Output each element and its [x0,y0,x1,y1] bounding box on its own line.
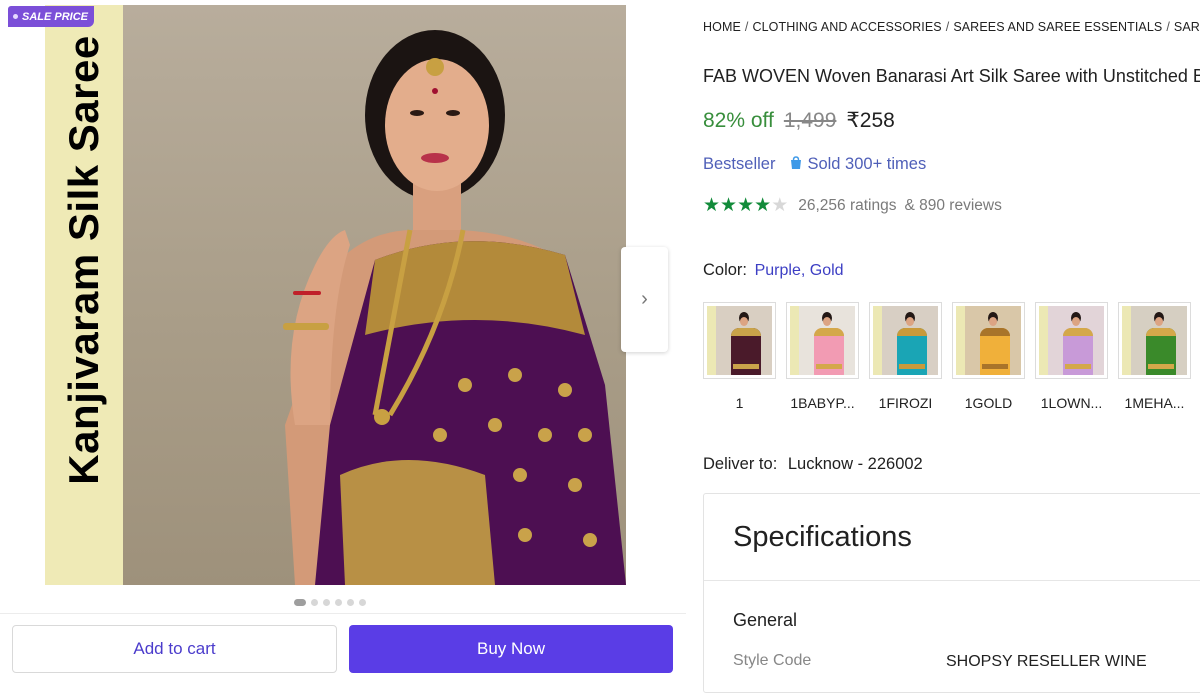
image-pagination-dots [294,599,366,606]
swatch-thumbnail-image [873,306,938,375]
color-swatch[interactable]: 1 [703,302,776,411]
delivery-pincode: Lucknow - 226002 [787,455,923,473]
chevron-right-icon: › [641,288,648,310]
color-swatch-thumbnail [703,302,776,379]
color-swatch[interactable]: 1BABYP... [786,302,859,411]
discount-percent: 82% off [703,109,774,132]
product-gallery: Kanjivaram Silk Saree SALE PRICE › Add t… [0,0,686,684]
breadcrumb-link[interactable]: CLOTHING AND ACCESSORIES [752,20,941,34]
pagination-dot[interactable] [347,599,354,606]
spec-group-title: General [733,610,798,630]
badge-dot-icon [13,14,18,19]
deliver-to-label: Deliver to: [703,455,778,473]
product-tags: Bestseller Sold 300+ times [703,155,926,174]
delivery-location[interactable]: Deliver to: Lucknow - 226002 [703,455,923,474]
star-filled-icon: ★ [703,195,721,216]
color-swatch-label: 1BABYP... [790,395,855,411]
breadcrumb-link[interactable]: HOME [703,20,741,34]
color-swatch[interactable]: 1LOWN... [1035,302,1108,411]
bestseller-tag: Bestseller [703,155,776,173]
color-swatch-label: 1GOLD [964,395,1013,411]
color-swatch-label: 1 [735,395,744,411]
color-swatches: 1 1BABYP... 1FIROZI 1GOLD 1LOWN... 1MEHA... [703,302,1191,411]
color-swatch-thumbnail [1035,302,1108,379]
buy-now-button[interactable]: Buy Now [349,625,673,673]
star-filled-icon: ★ [720,195,738,216]
pagination-dot[interactable] [335,599,342,606]
star-filled-icon: ★ [754,195,772,216]
pagination-dot[interactable] [294,599,306,606]
color-swatch-thumbnail [786,302,859,379]
pagination-dot[interactable] [323,599,330,606]
original-price: 1,499 [783,109,837,132]
color-swatch[interactable]: 1FIROZI [869,302,942,411]
pagination-dot[interactable] [359,599,366,606]
color-swatch-label: 1LOWN... [1040,395,1103,411]
next-image-button[interactable]: › [621,247,668,352]
rating-row[interactable]: ★ ★ ★ ★ ★ 26,256 ratings & 890 reviews [703,196,1002,215]
spec-value: SHOPSY RESELLER WINE [946,653,1147,670]
selling-price: ₹258 [846,109,895,132]
swatch-thumbnail-image [956,306,1021,375]
color-swatch[interactable]: 1GOLD [952,302,1025,411]
swatch-thumbnail-image [1039,306,1104,375]
star-rating: ★ ★ ★ ★ ★ [703,196,788,215]
sale-price-badge: SALE PRICE [8,6,95,27]
pagination-dot[interactable] [311,599,318,606]
color-swatch-thumbnail [869,302,942,379]
sale-badge-label: SALE PRICE [22,10,89,23]
color-swatch-thumbnail [952,302,1025,379]
specifications-title: Specifications [733,521,912,553]
star-filled-icon: ★ [737,195,755,216]
color-swatch-label: 1MEHA... [1124,395,1185,411]
color-swatch[interactable]: 1MEHA... [1118,302,1191,411]
swatch-thumbnail-image [1122,306,1187,375]
product-title: FAB WOVEN Woven Banarasi Art Silk Saree … [703,66,1200,86]
ratings-count: 26,256 ratings [798,196,897,214]
add-to-cart-button[interactable]: Add to cart [12,625,337,673]
star-empty-icon: ★ [771,195,789,216]
reviews-count: & 890 reviews [904,196,1002,214]
sold-count-tag: Sold 300+ times [789,155,926,174]
spec-key: Style Code [733,652,812,669]
gallery-divider [0,613,686,614]
selected-color-value: Purple, Gold [754,262,844,279]
color-label: Color: [703,261,748,279]
swatch-thumbnail-image [707,306,772,375]
breadcrumb: HOME / CLOTHING AND ACCESSORIES / SAREES AND… [703,20,1200,34]
price-row: 82% off 1,499 ₹258 [703,108,895,133]
specifications-card: Specifications General Style Code SHOPSY… [703,493,1200,693]
color-swatch-thumbnail [1118,302,1191,379]
color-swatch-label: 1FIROZI [878,395,933,411]
model-illustration [283,30,626,585]
product-image[interactable]: Kanjivaram Silk Saree [45,5,626,585]
shopping-bag-icon [791,156,802,169]
breadcrumb-link[interactable]: SAREES [1174,20,1200,34]
swatch-thumbnail-image [790,306,855,375]
specifications-divider [704,580,1200,581]
color-selector-label: Color: Purple, Gold [703,261,844,280]
sold-count-label: Sold 300+ times [807,155,927,173]
breadcrumb-link[interactable]: SAREES AND SAREE ESSENTIALS [953,20,1162,34]
